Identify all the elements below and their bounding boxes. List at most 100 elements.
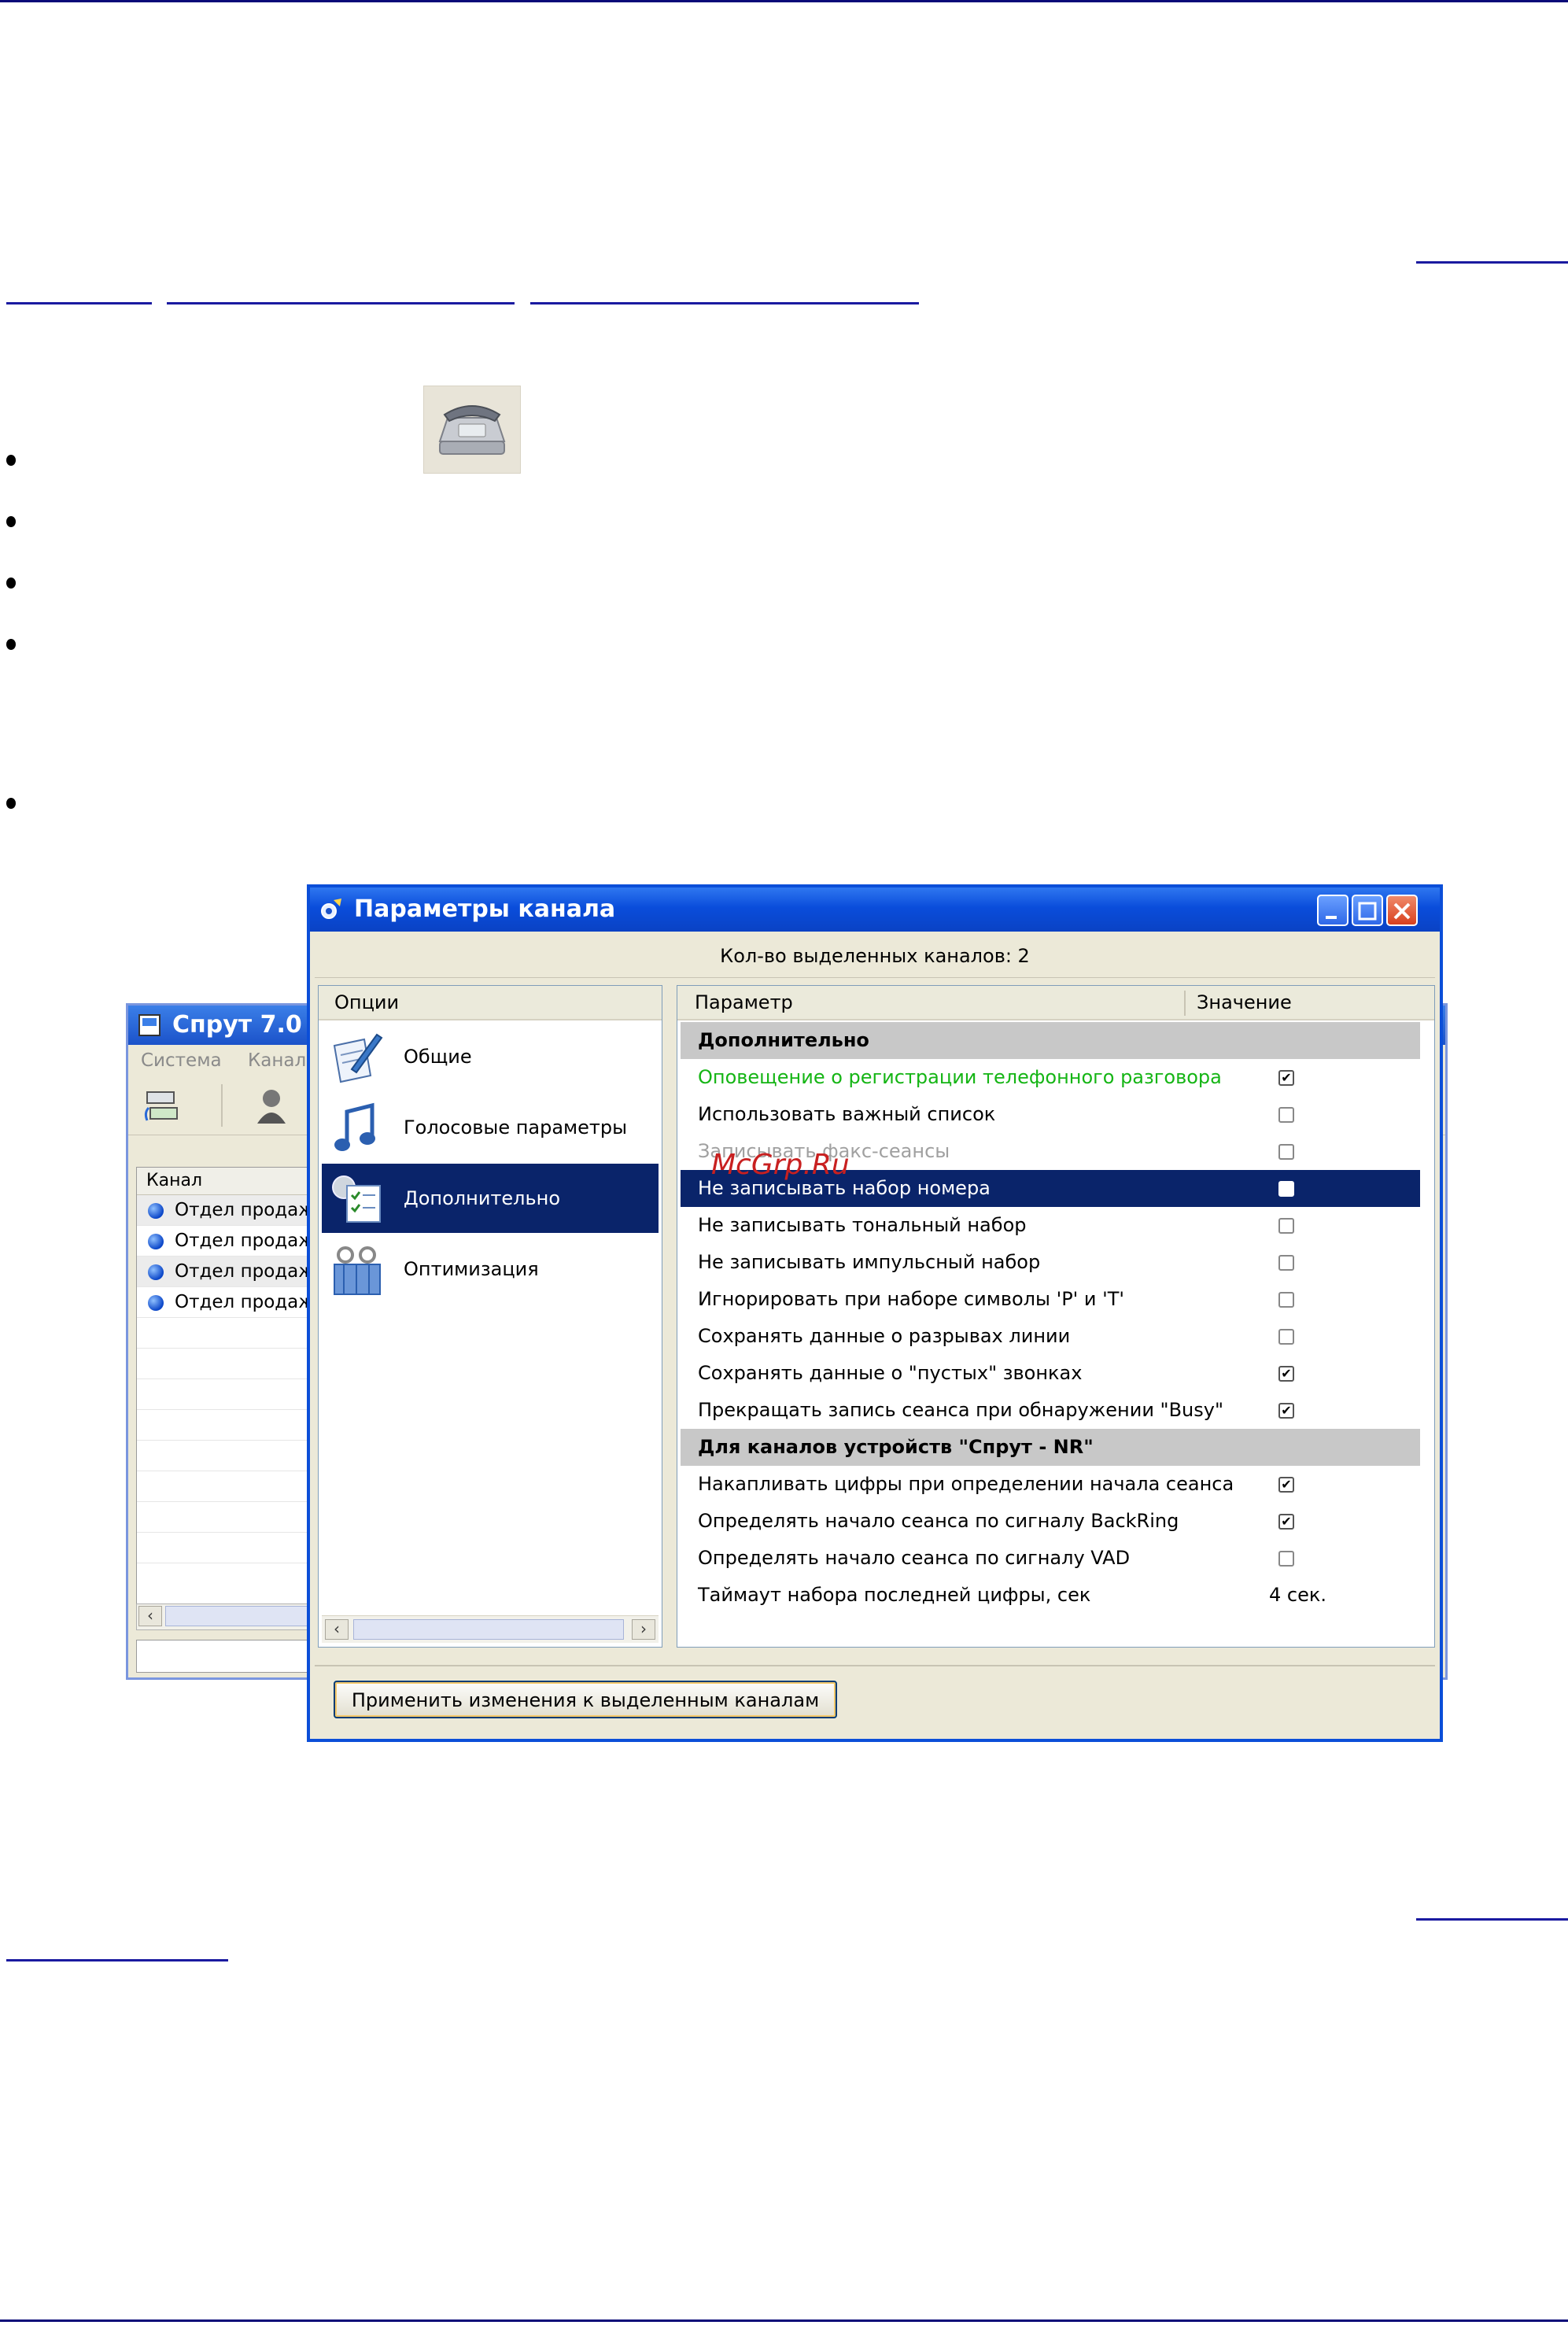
channel-list-header[interactable]: Канал xyxy=(137,1168,334,1195)
param-row[interactable]: Определять начало сеанса по сигналу Back… xyxy=(681,1503,1420,1540)
doc-link-underline[interactable] xyxy=(167,302,515,304)
option-voice[interactable]: Голосовые параметры xyxy=(322,1093,659,1162)
scroll-thumb[interactable] xyxy=(165,1606,323,1626)
maximize-icon xyxy=(1358,902,1377,921)
param-group-additional: Дополнительно xyxy=(681,1022,1420,1059)
operator-icon[interactable] xyxy=(254,1086,289,1125)
app-icon xyxy=(138,1014,160,1036)
list-horizontal-scrollbar[interactable]: ‹ xyxy=(136,1604,334,1630)
param-row[interactable]: Использовать важный список xyxy=(681,1096,1420,1133)
option-additional[interactable]: Дополнительно xyxy=(322,1164,659,1233)
parameters-header: Параметр Значение xyxy=(677,986,1434,1020)
status-field xyxy=(136,1640,334,1673)
doc-link-underline[interactable] xyxy=(1416,1918,1568,1921)
bottom-rule xyxy=(0,2319,1568,2322)
doc-link-underline[interactable] xyxy=(6,302,152,304)
empty-row xyxy=(137,1441,334,1471)
empty-row xyxy=(137,1349,334,1379)
scroll-right-arrow-icon[interactable]: › xyxy=(632,1619,655,1640)
scroll-thumb[interactable] xyxy=(353,1619,624,1640)
empty-row xyxy=(137,1502,334,1533)
dialog-icon xyxy=(321,899,341,919)
status-dot-icon xyxy=(148,1264,164,1280)
channel-list: Канал Отдел продаж Отдел продаж Отдел пр… xyxy=(136,1167,334,1617)
status-dot-icon xyxy=(148,1295,164,1311)
music-note-icon xyxy=(334,1102,375,1151)
checkbox-unchecked[interactable] xyxy=(1278,1218,1294,1234)
param-row[interactable]: Накапливать цифры при определении начала… xyxy=(681,1466,1420,1503)
bullet xyxy=(6,639,16,650)
checkbox-unchecked[interactable] xyxy=(1278,1551,1294,1567)
menu-system[interactable]: Система xyxy=(141,1050,222,1071)
value-column-header[interactable]: Значение xyxy=(1197,986,1292,1019)
list-item[interactable]: Отдел продаж xyxy=(137,1257,334,1287)
checklist-icon xyxy=(332,1175,381,1223)
watermark: McGrp.Ru xyxy=(711,1149,850,1181)
bullet xyxy=(6,516,16,527)
options-header: Опции xyxy=(319,986,662,1020)
parameters-panel: Параметр Значение Дополнительно Оповещен… xyxy=(677,985,1435,1648)
checkbox-unchecked[interactable] xyxy=(1278,1107,1294,1123)
pen-paper-icon xyxy=(333,1033,383,1083)
doc-link-underline[interactable] xyxy=(1416,261,1568,264)
bullet xyxy=(6,798,16,809)
checkbox-unchecked[interactable] xyxy=(1278,1292,1294,1308)
empty-row xyxy=(137,1410,334,1441)
options-horizontal-scrollbar[interactable]: ‹ › xyxy=(322,1615,659,1643)
doc-link-underline[interactable] xyxy=(6,1959,228,1961)
telephone-icon xyxy=(423,386,521,474)
tools-icon xyxy=(334,1246,381,1295)
empty-row xyxy=(137,1318,334,1349)
param-row[interactable]: Сохранять данные о разрывах линии xyxy=(681,1318,1420,1355)
checkbox-unchecked[interactable] xyxy=(1278,1144,1294,1160)
list-item[interactable]: Отдел продаж xyxy=(137,1287,334,1318)
param-row[interactable]: Игнорировать при наборе символы 'P' и 'T… xyxy=(681,1281,1420,1318)
minimize-button[interactable] xyxy=(1317,895,1348,926)
channel-params-dialog: Параметры канала Кол-во выделенных канал… xyxy=(307,884,1443,1742)
checkbox-unchecked[interactable] xyxy=(1278,1329,1294,1345)
checkbox-checked[interactable]: ✔ xyxy=(1278,1477,1294,1493)
dialog-title-bar[interactable]: Параметры канала xyxy=(310,888,1440,932)
param-row[interactable]: Сохранять данные о "пустых" звонках ✔ xyxy=(681,1355,1420,1392)
checkbox-unchecked[interactable] xyxy=(1278,1255,1294,1271)
option-label: Общие xyxy=(404,1046,472,1068)
maximize-button[interactable] xyxy=(1352,895,1383,926)
param-group-nr-devices: Для каналов устройств "Спрут - NR" xyxy=(681,1429,1420,1466)
list-item[interactable]: Отдел продаж xyxy=(137,1226,334,1257)
checkbox-checked[interactable]: ✔ xyxy=(1278,1366,1294,1382)
bullet xyxy=(6,455,16,466)
param-column-header[interactable]: Параметр xyxy=(695,986,793,1019)
empty-row xyxy=(137,1471,334,1502)
scroll-left-arrow-icon[interactable]: ‹ xyxy=(325,1619,349,1640)
column-separator[interactable] xyxy=(1184,991,1186,1016)
param-row[interactable]: Не записывать тональный набор xyxy=(681,1207,1420,1244)
close-button[interactable] xyxy=(1386,895,1418,926)
option-label: Оптимизация xyxy=(404,1258,539,1280)
list-item[interactable]: Отдел продаж xyxy=(137,1195,334,1226)
checkbox-checked[interactable]: ✔ xyxy=(1278,1403,1294,1419)
option-optimization[interactable]: Оптимизация xyxy=(322,1234,659,1304)
empty-row xyxy=(137,1379,334,1410)
status-dot-icon xyxy=(148,1203,164,1219)
param-row[interactable]: Не записывать импульсный набор xyxy=(681,1244,1420,1281)
checkbox-unchecked[interactable] xyxy=(1278,1181,1294,1197)
scroll-left-arrow-icon[interactable]: ‹ xyxy=(138,1606,162,1626)
apply-to-selected-button[interactable]: Применить изменения к выделенным каналам xyxy=(334,1681,837,1718)
doc-link-underline[interactable] xyxy=(530,302,919,304)
empty-row xyxy=(137,1533,334,1563)
param-row[interactable]: Определять начало сеанса по сигналу VAD xyxy=(681,1540,1420,1577)
checkbox-checked[interactable]: ✔ xyxy=(1278,1070,1294,1086)
refresh-devices-icon[interactable] xyxy=(142,1086,182,1125)
top-rule xyxy=(0,0,1568,2)
dialog-separator xyxy=(315,1665,1435,1666)
timeout-value[interactable]: 4 сек. xyxy=(1269,1577,1326,1614)
param-row[interactable]: Прекращать запись сеанса при обнаружении… xyxy=(681,1392,1420,1429)
toolbar-separator xyxy=(221,1084,223,1127)
option-label: Голосовые параметры xyxy=(404,1116,628,1139)
option-general[interactable]: Общие xyxy=(322,1022,659,1091)
param-row[interactable]: Таймаут набора последней цифры, сек 4 сек… xyxy=(681,1577,1420,1614)
param-row[interactable]: Оповещение о регистрации телефонного раз… xyxy=(681,1059,1420,1096)
close-icon xyxy=(1393,902,1411,920)
menu-channel[interactable]: Канал xyxy=(248,1050,306,1071)
checkbox-checked[interactable]: ✔ xyxy=(1278,1514,1294,1530)
